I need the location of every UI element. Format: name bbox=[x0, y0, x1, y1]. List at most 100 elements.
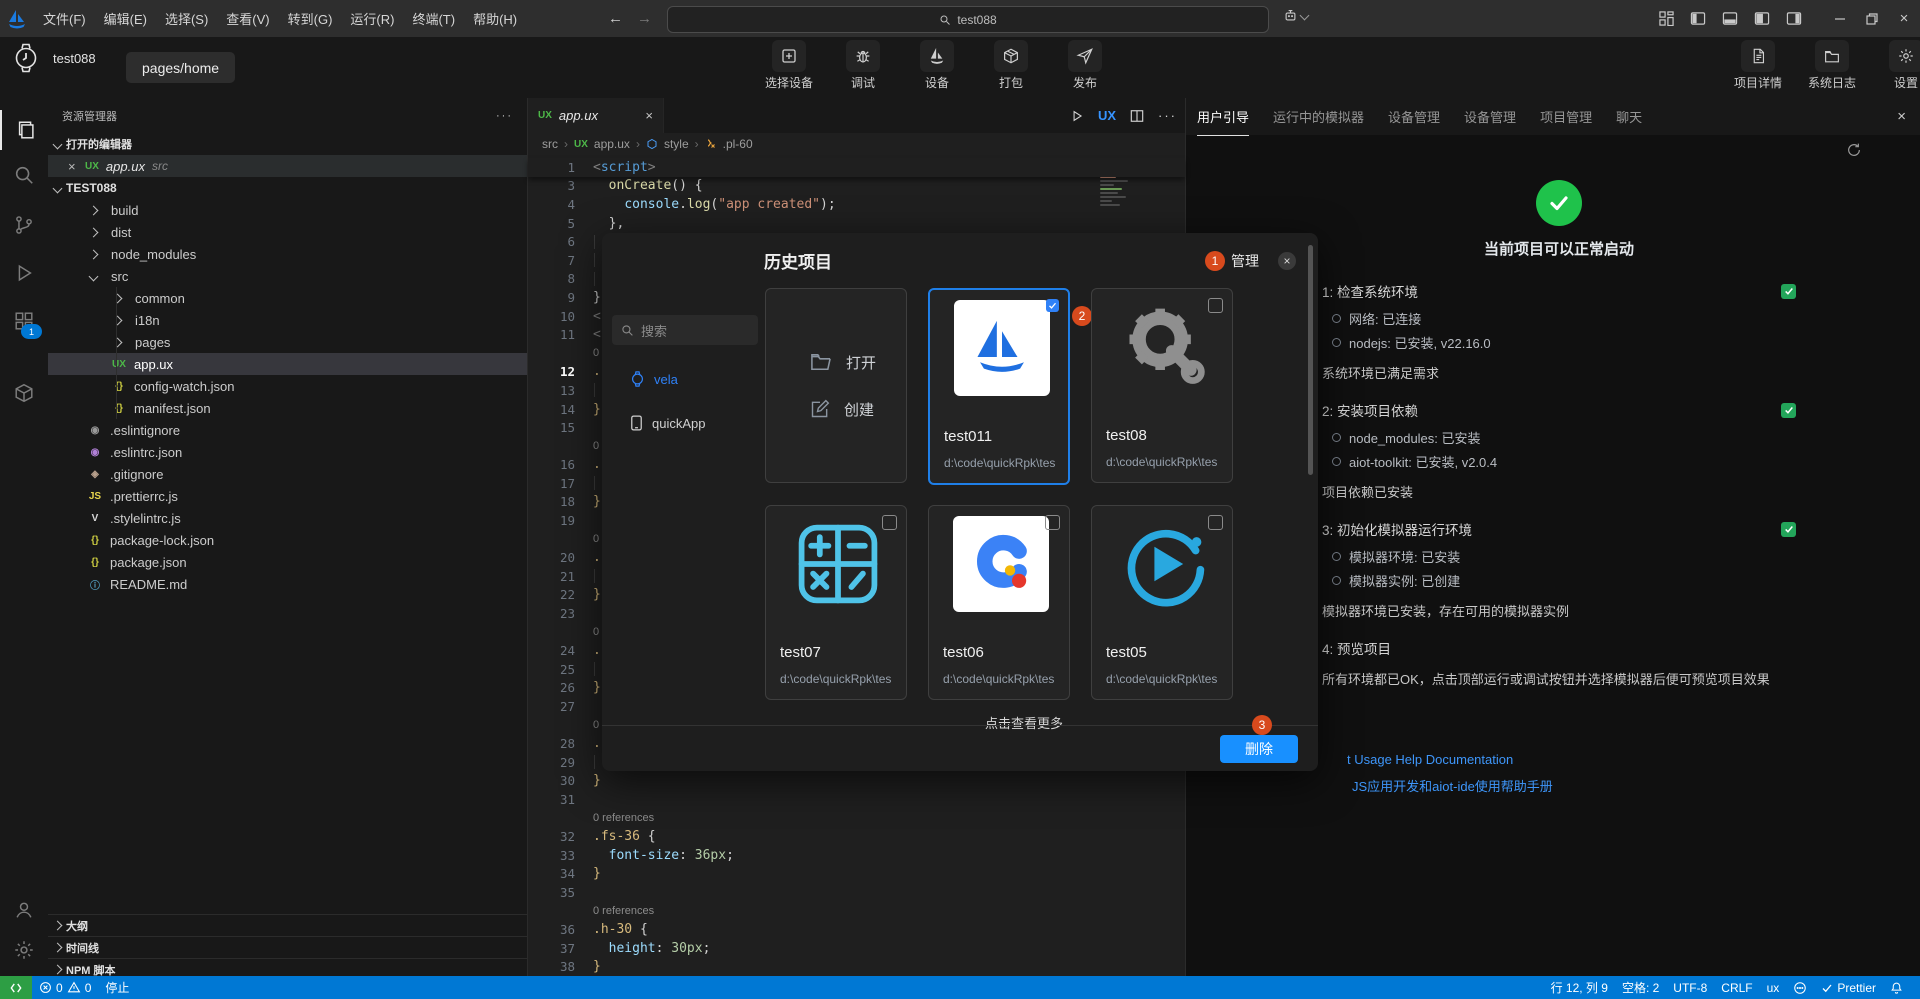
close-tab-icon[interactable]: × bbox=[645, 108, 653, 123]
dialog-nav-quickApp[interactable]: quickApp bbox=[602, 413, 764, 433]
code-line[interactable]: 1<script> bbox=[528, 158, 1185, 177]
toolbar-action-项目详情[interactable]: 项目详情 bbox=[1732, 40, 1784, 91]
create-project-button[interactable]: 创建 bbox=[810, 399, 906, 420]
tree-item-pages[interactable]: pages bbox=[48, 331, 527, 353]
page-chip[interactable]: pages/home bbox=[126, 52, 235, 83]
dialog-search-input[interactable]: 搜索 bbox=[612, 315, 758, 345]
panel-tab-设备管理[interactable]: 设备管理 bbox=[1464, 98, 1516, 135]
history-back-icon[interactable]: ← bbox=[608, 10, 623, 27]
settings-gear-icon[interactable] bbox=[0, 930, 48, 970]
eol-sequence[interactable]: CRLF bbox=[1714, 976, 1759, 999]
code-line[interactable]: 33 font-size: 36px; bbox=[528, 846, 1185, 865]
menu-item[interactable]: 转到(G) bbox=[279, 9, 342, 28]
code-line[interactable]: 32.fs-36 { bbox=[528, 827, 1185, 846]
panel-tab-用户引导[interactable]: 用户引导 bbox=[1197, 98, 1249, 136]
toolbar-action-设置[interactable]: 设置 bbox=[1880, 40, 1920, 91]
account-icon[interactable] bbox=[0, 890, 48, 930]
manage-button[interactable]: 管理 bbox=[1231, 251, 1259, 271]
tree-item-build[interactable]: build bbox=[48, 199, 527, 221]
code-line[interactable]: 30} bbox=[528, 772, 1185, 791]
dialog-nav-vela[interactable]: vela bbox=[602, 369, 764, 389]
indentation[interactable]: 空格: 2 bbox=[1615, 976, 1666, 999]
tree-item-.prettierrc.js[interactable]: JS.prettierrc.js bbox=[48, 485, 527, 507]
tree-item-README.md[interactable]: ⓘREADME.md bbox=[48, 573, 527, 595]
tree-item-manifest.json[interactable]: {}manifest.json bbox=[48, 397, 527, 419]
menu-item[interactable]: 帮助(H) bbox=[464, 9, 526, 28]
npm-scripts-section[interactable]: NPM 脚本 bbox=[48, 958, 527, 976]
project-card-test06[interactable]: test06d:\code\quickRpk\tes bbox=[928, 505, 1070, 700]
run-debug-icon[interactable] bbox=[0, 253, 48, 293]
stop-task-button[interactable]: 停止 bbox=[98, 976, 136, 999]
help-link[interactable]: t Usage Help Documentation bbox=[1347, 752, 1796, 767]
encoding[interactable]: UTF-8 bbox=[1666, 976, 1714, 999]
tree-item-dist[interactable]: dist bbox=[48, 221, 527, 243]
explorer-icon[interactable] bbox=[0, 110, 50, 150]
timeline-section[interactable]: 时间线 bbox=[48, 936, 527, 958]
tree-item-.stylelintrc.js[interactable]: V.stylelintrc.js bbox=[48, 507, 527, 529]
run-file-icon[interactable] bbox=[1070, 109, 1084, 123]
tree-item-package.json[interactable]: {}package.json bbox=[48, 551, 527, 573]
tree-item-node_modules[interactable]: node_modules bbox=[48, 243, 527, 265]
breadcrumb[interactable]: src› UX app.ux› style› .pl-60 bbox=[528, 133, 1185, 155]
code-line[interactable]: 0 references bbox=[528, 809, 1185, 828]
remote-indicator[interactable] bbox=[0, 976, 32, 999]
tree-item-package-lock.json[interactable]: {}package-lock.json bbox=[48, 529, 527, 551]
project-checkbox[interactable] bbox=[1045, 515, 1060, 530]
tree-item-app.ux[interactable]: UXapp.ux bbox=[48, 353, 527, 375]
code-line[interactable]: 38} bbox=[528, 958, 1185, 977]
project-card-test05[interactable]: test05d:\code\quickRpk\tes bbox=[1091, 505, 1233, 700]
tree-item-common[interactable]: common bbox=[48, 287, 527, 309]
layout-customize-icon[interactable] bbox=[1650, 0, 1682, 37]
panel-tab-聊天[interactable]: 聊天 bbox=[1616, 98, 1642, 135]
open-editors-section[interactable]: 打开的编辑器 bbox=[48, 133, 527, 155]
language-mode[interactable]: ux bbox=[1760, 976, 1787, 999]
project-checkbox[interactable] bbox=[1208, 515, 1223, 530]
close-panel-icon[interactable]: × bbox=[1897, 98, 1906, 135]
menu-item[interactable]: 运行(R) bbox=[341, 9, 403, 28]
open-editor-item[interactable]: × UX app.ux src bbox=[48, 155, 527, 177]
code-line[interactable]: 3 onCreate() { bbox=[528, 177, 1185, 196]
code-line[interactable]: 37 height: 30px; bbox=[528, 939, 1185, 958]
toolbar-action-系统日志[interactable]: 系统日志 bbox=[1806, 40, 1858, 91]
minimize-button[interactable] bbox=[1824, 0, 1856, 37]
panel-tab-项目管理[interactable]: 项目管理 bbox=[1540, 98, 1592, 135]
toolbar-action-设备[interactable]: 设备 bbox=[911, 40, 963, 91]
device-selector[interactable] bbox=[1283, 8, 1308, 23]
open-project-button[interactable]: 打开 bbox=[810, 352, 906, 373]
tree-item-.gitignore[interactable]: ◈.gitignore bbox=[48, 463, 527, 485]
outline-section[interactable]: 大纲 bbox=[48, 914, 527, 936]
extensions-icon[interactable]: 1 bbox=[0, 301, 48, 341]
code-line[interactable]: 0 references bbox=[528, 902, 1185, 921]
sidebar-more-icon[interactable]: ··· bbox=[496, 110, 513, 122]
dialog-scrollbar[interactable] bbox=[1308, 245, 1313, 475]
tree-item-config-watch.json[interactable]: {}config-watch.json bbox=[48, 375, 527, 397]
container-view-icon[interactable] bbox=[0, 373, 48, 413]
project-checkbox[interactable] bbox=[1208, 298, 1223, 313]
close-dialog-icon[interactable]: × bbox=[1278, 252, 1296, 270]
toggle-secondary-sidebar-icon[interactable] bbox=[1778, 0, 1810, 37]
tree-item-.eslintrc.json[interactable]: ◉.eslintrc.json bbox=[48, 441, 527, 463]
editor-more-icon[interactable]: ··· bbox=[1158, 108, 1177, 123]
source-control-icon[interactable] bbox=[0, 205, 48, 245]
project-card-test08[interactable]: test08d:\code\quickRpk\tes bbox=[1091, 288, 1233, 483]
delete-button[interactable]: 删除 bbox=[1220, 735, 1298, 763]
close-editor-icon[interactable]: × bbox=[68, 159, 78, 174]
tree-item-.eslintignore[interactable]: ◉.eslintignore bbox=[48, 419, 527, 441]
feedback-icon[interactable] bbox=[1786, 976, 1814, 999]
panel-tab-设备管理[interactable]: 设备管理 bbox=[1388, 98, 1440, 135]
formatter-indicator[interactable]: Prettier bbox=[1814, 976, 1883, 999]
ux-preview-button[interactable]: UX bbox=[1098, 108, 1116, 123]
split-editor-icon[interactable] bbox=[1130, 109, 1144, 123]
tab-app-ux[interactable]: UX app.ux × bbox=[528, 98, 664, 133]
project-root-section[interactable]: TEST088 bbox=[48, 177, 527, 199]
notifications-bell-icon[interactable] bbox=[1883, 976, 1910, 999]
close-window-button[interactable]: × bbox=[1888, 0, 1920, 37]
menu-item[interactable]: 编辑(E) bbox=[95, 9, 156, 28]
project-card-test011[interactable]: 2test011d:\code\quickRpk\tes bbox=[928, 288, 1070, 485]
refresh-icon[interactable] bbox=[1846, 142, 1862, 158]
toggle-panel-icon[interactable] bbox=[1714, 0, 1746, 37]
problems-indicator[interactable]: 0 0 bbox=[32, 976, 98, 999]
toolbar-action-打包[interactable]: 打包 bbox=[985, 40, 1037, 91]
command-center-search[interactable]: test088 bbox=[667, 6, 1269, 33]
menu-item[interactable]: 选择(S) bbox=[156, 9, 217, 28]
